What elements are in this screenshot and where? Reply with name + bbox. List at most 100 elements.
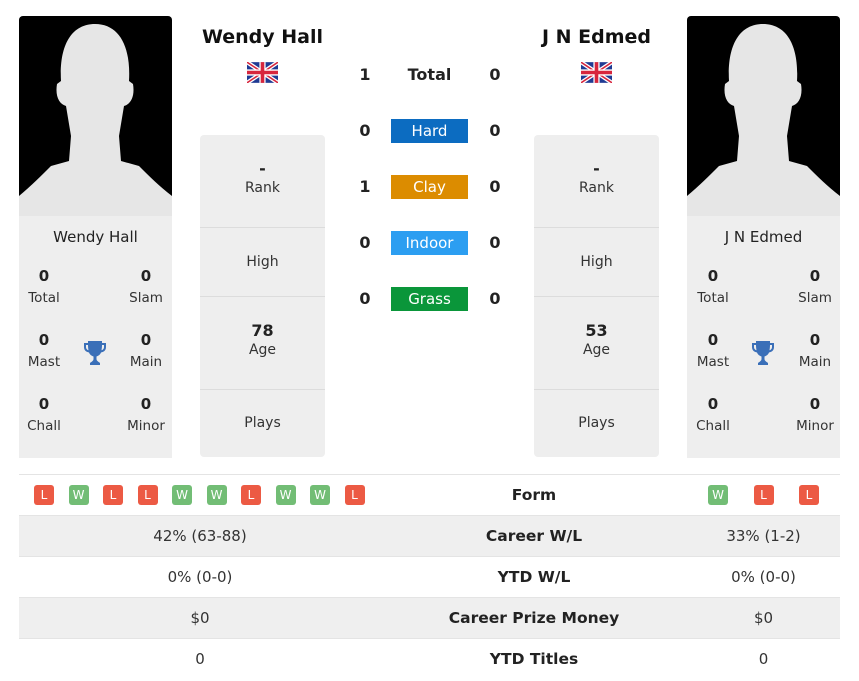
title-stat-chall: 0 Chall	[687, 394, 743, 434]
player-photo-left[interactable]	[19, 16, 172, 216]
info-label: Plays	[578, 415, 615, 431]
row-label: Career W/L	[485, 527, 583, 545]
h2h-left-value: 0	[359, 121, 371, 140]
player-card-name: Wendy Hall	[53, 228, 138, 246]
stat-value: 0	[707, 331, 719, 349]
h2h-left-value: 0	[359, 233, 371, 252]
form-badge-loss[interactable]: L	[34, 485, 54, 505]
h2h-right-value: 0	[489, 289, 501, 308]
form-badge-win[interactable]: W	[68, 485, 89, 505]
stat-label: Chall	[696, 418, 730, 434]
left-value: 42% (63-88)	[153, 527, 247, 545]
stat-value: 0	[38, 395, 50, 413]
form-badge-loss[interactable]: L	[137, 485, 158, 505]
info-value: 78	[251, 321, 274, 340]
surface-badge-indoor[interactable]: Indoor	[391, 231, 468, 255]
silhouette-icon	[687, 24, 840, 216]
title-stat-main: 0 Main	[785, 330, 840, 370]
info-value: -	[593, 159, 600, 178]
form-badge-win[interactable]: W	[275, 485, 296, 505]
h2h-right-value: 0	[489, 177, 501, 196]
h2h-grass-row: 0 Grass 0	[350, 287, 510, 311]
info-plays: Plays	[200, 390, 325, 457]
h2h-hard-row: 0 Hard 0	[350, 119, 510, 143]
h2h-clay-row: 1 Clay 0	[350, 175, 510, 199]
info-label: Age	[582, 342, 611, 358]
form-badge-win[interactable]: W	[708, 485, 728, 505]
stat-value: 0	[140, 267, 152, 285]
info-plays: Plays	[534, 390, 659, 457]
h2h-indoor-row: 0 Indoor 0	[350, 231, 510, 255]
title-stat-mast: 0 Mast	[687, 330, 743, 370]
player-name-right[interactable]: J N Edmed	[524, 26, 669, 48]
title-stat-chall: 0 Chall	[19, 394, 74, 434]
title-stat-minor: 0 Minor	[785, 394, 840, 434]
form-badge-win[interactable]: W	[172, 485, 192, 505]
stat-value: 0	[140, 395, 152, 413]
title-stat-mast: 0 Mast	[19, 330, 74, 370]
stat-value: 0	[707, 267, 719, 285]
player-info-right: - Rank High 53 Age Plays	[534, 135, 659, 457]
row-label: YTD Titles	[489, 650, 579, 668]
silhouette-icon	[19, 24, 172, 216]
info-age: 53 Age	[534, 297, 659, 390]
form-badges-left: LWLLWWLWWL	[19, 475, 381, 516]
stat-label: Total	[697, 290, 729, 306]
stat-value: 0	[38, 331, 50, 349]
stat-value: 0	[809, 395, 821, 413]
table-row: 0% (0-0) YTD W/L 0% (0-0)	[19, 556, 840, 597]
h2h-left-value: 1	[359, 65, 371, 84]
player-card-left: Wendy Hall 0 Total 0 Slam 0 Mast 0 Main …	[19, 16, 172, 458]
right-value: 0	[758, 650, 769, 668]
form-badge-loss[interactable]: L	[103, 485, 123, 505]
title-stat-total: 0 Total	[19, 266, 74, 306]
form-badge-loss[interactable]: L	[241, 485, 261, 505]
h2h-label: Total	[407, 65, 452, 84]
left-value: 0% (0-0)	[167, 568, 233, 586]
player-name-left[interactable]: Wendy Hall	[190, 26, 335, 48]
info-value: -	[259, 159, 266, 178]
surface-badge-grass[interactable]: Grass	[391, 287, 468, 311]
title-stat-total: 0 Total	[687, 266, 743, 306]
trophy-icon	[84, 341, 106, 365]
row-label: YTD W/L	[497, 568, 571, 586]
stat-value: 0	[140, 331, 152, 349]
info-high: High	[200, 228, 325, 297]
info-rank: - Rank	[534, 135, 659, 228]
h2h-right-value: 0	[489, 233, 501, 252]
comparison-table: LWLLWWLWWL Form WLL 42% (63-88) Career W…	[19, 474, 840, 679]
player-info-left: - Rank High 78 Age Plays	[200, 135, 325, 457]
info-rank: - Rank	[200, 135, 325, 228]
title-stat-minor: 0 Minor	[116, 394, 172, 434]
h2h-right-value: 0	[489, 65, 501, 84]
form-badge-win[interactable]: W	[206, 485, 227, 505]
table-row: 0 YTD Titles 0	[19, 638, 840, 679]
stat-label: Minor	[796, 418, 834, 434]
stat-label: Main	[129, 354, 163, 370]
h2h-left-value: 0	[359, 289, 371, 308]
stat-label: Total	[28, 290, 60, 306]
uk-flag-icon	[581, 62, 612, 83]
row-label: Form	[511, 486, 557, 504]
right-value: 33% (1-2)	[726, 527, 801, 545]
stat-label: Slam	[798, 290, 832, 306]
info-label: Rank	[579, 180, 614, 196]
stat-value: 0	[809, 331, 821, 349]
surface-badge-hard[interactable]: Hard	[391, 119, 468, 143]
info-high: High	[534, 228, 659, 297]
table-row: 42% (63-88) Career W/L 33% (1-2)	[19, 515, 840, 556]
form-row: LWLLWWLWWL Form WLL	[19, 474, 840, 515]
form-badge-loss[interactable]: L	[344, 485, 365, 505]
uk-flag-icon	[247, 62, 278, 83]
left-value: $0	[190, 609, 210, 627]
stat-value: 0	[707, 395, 719, 413]
player-photo-right[interactable]	[687, 16, 840, 216]
info-label: Age	[248, 342, 277, 358]
title-stat-slam: 0 Slam	[785, 266, 840, 306]
form-badge-loss[interactable]: L	[799, 485, 819, 505]
form-badge-win[interactable]: W	[310, 485, 330, 505]
stat-value: 0	[809, 267, 821, 285]
form-badge-loss[interactable]: L	[753, 485, 774, 505]
surface-badge-clay[interactable]: Clay	[391, 175, 468, 199]
info-value: 53	[585, 321, 608, 340]
